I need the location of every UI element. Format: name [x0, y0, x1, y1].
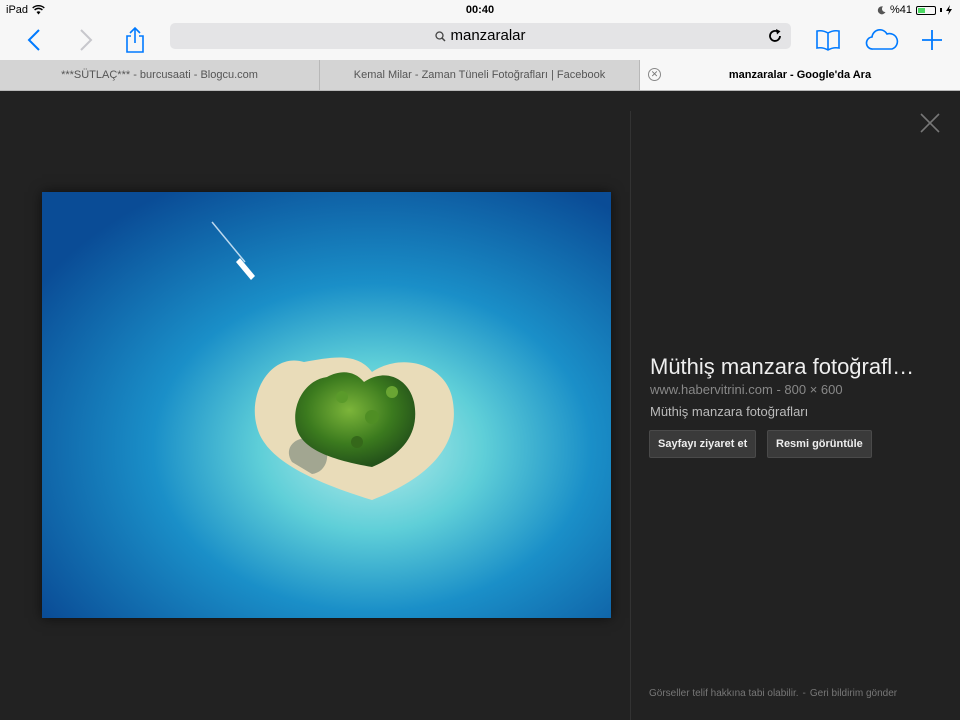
tab-facebook[interactable]: Kemal Milar - Zaman Tüneli Fotoğrafları … [320, 60, 640, 90]
result-description: Müthiş manzara fotoğrafları [650, 404, 809, 419]
chevron-right-icon [80, 29, 93, 51]
charging-icon [946, 5, 952, 15]
footer-separator: - [802, 688, 806, 699]
tab-label: ***SÜTLAÇ*** - burcusaati - Blogcu.com [61, 69, 258, 81]
reload-icon[interactable] [768, 28, 783, 44]
preview-image[interactable] [42, 192, 611, 618]
safari-toolbar: manzaralar [0, 20, 960, 60]
close-icon[interactable] [918, 111, 942, 135]
tab-label: manzaralar - Google'da Ara [728, 69, 872, 81]
image-viewer: Müthiş manzara fotoğrafl… www.habervitri… [0, 91, 960, 720]
battery-level [918, 7, 925, 13]
tab-label: Kemal Milar - Zaman Tüneli Fotoğrafları … [353, 69, 606, 81]
feedback-link[interactable]: Geri bildirim gönder [810, 688, 897, 699]
battery-tip [940, 8, 942, 12]
book-icon [816, 29, 840, 51]
panel-divider [630, 111, 631, 720]
copyright-notice: Görseller telif hakkına tabi olabilir. [649, 688, 799, 699]
address-bar[interactable]: manzaralar [170, 23, 791, 49]
viewer-footer: Görseller telif hakkına tabi olabilir. - G… [649, 688, 897, 699]
battery-icon [916, 5, 936, 15]
island-photo [42, 192, 611, 618]
view-image-button[interactable]: Resmi görüntüle [767, 430, 872, 458]
cloud-icon [865, 29, 899, 50]
icloud-tabs-button[interactable] [864, 26, 900, 54]
image-dimensions: 800 × 600 [784, 382, 843, 397]
result-source: www.habervitrini.com - 800 × 600 [650, 382, 843, 397]
plus-icon [922, 30, 942, 50]
result-title[interactable]: Müthiş manzara fotoğrafl… [650, 354, 914, 380]
new-tab-button[interactable] [920, 26, 944, 54]
source-separator: - [772, 382, 785, 397]
back-button[interactable] [22, 26, 46, 54]
status-bar: iPad 00:40 %41 [0, 0, 960, 20]
tab-google-search[interactable]: ✕ manzaralar - Google'da Ara [640, 60, 960, 90]
share-icon [126, 26, 144, 53]
search-icon [435, 30, 447, 42]
status-right: %41 [877, 4, 952, 16]
tab-close-button[interactable]: ✕ [648, 68, 661, 81]
source-domain: www.habervitrini.com [650, 382, 773, 397]
share-button[interactable] [122, 26, 148, 54]
address-text: manzaralar [450, 27, 526, 44]
forward-button[interactable] [74, 26, 98, 54]
visit-page-button[interactable]: Sayfayı ziyaret et [649, 430, 757, 458]
battery-percent: %41 [889, 4, 912, 16]
status-time: 00:40 [465, 4, 495, 16]
bookmarks-button[interactable] [814, 26, 842, 54]
moon-icon [877, 5, 886, 14]
address-content: manzaralar [170, 27, 791, 44]
tab-bar: ***SÜTLAÇ*** - burcusaati - Blogcu.com K… [0, 60, 960, 91]
chevron-left-icon [27, 29, 40, 51]
tab-blogcu[interactable]: ***SÜTLAÇ*** - burcusaati - Blogcu.com [0, 60, 320, 90]
